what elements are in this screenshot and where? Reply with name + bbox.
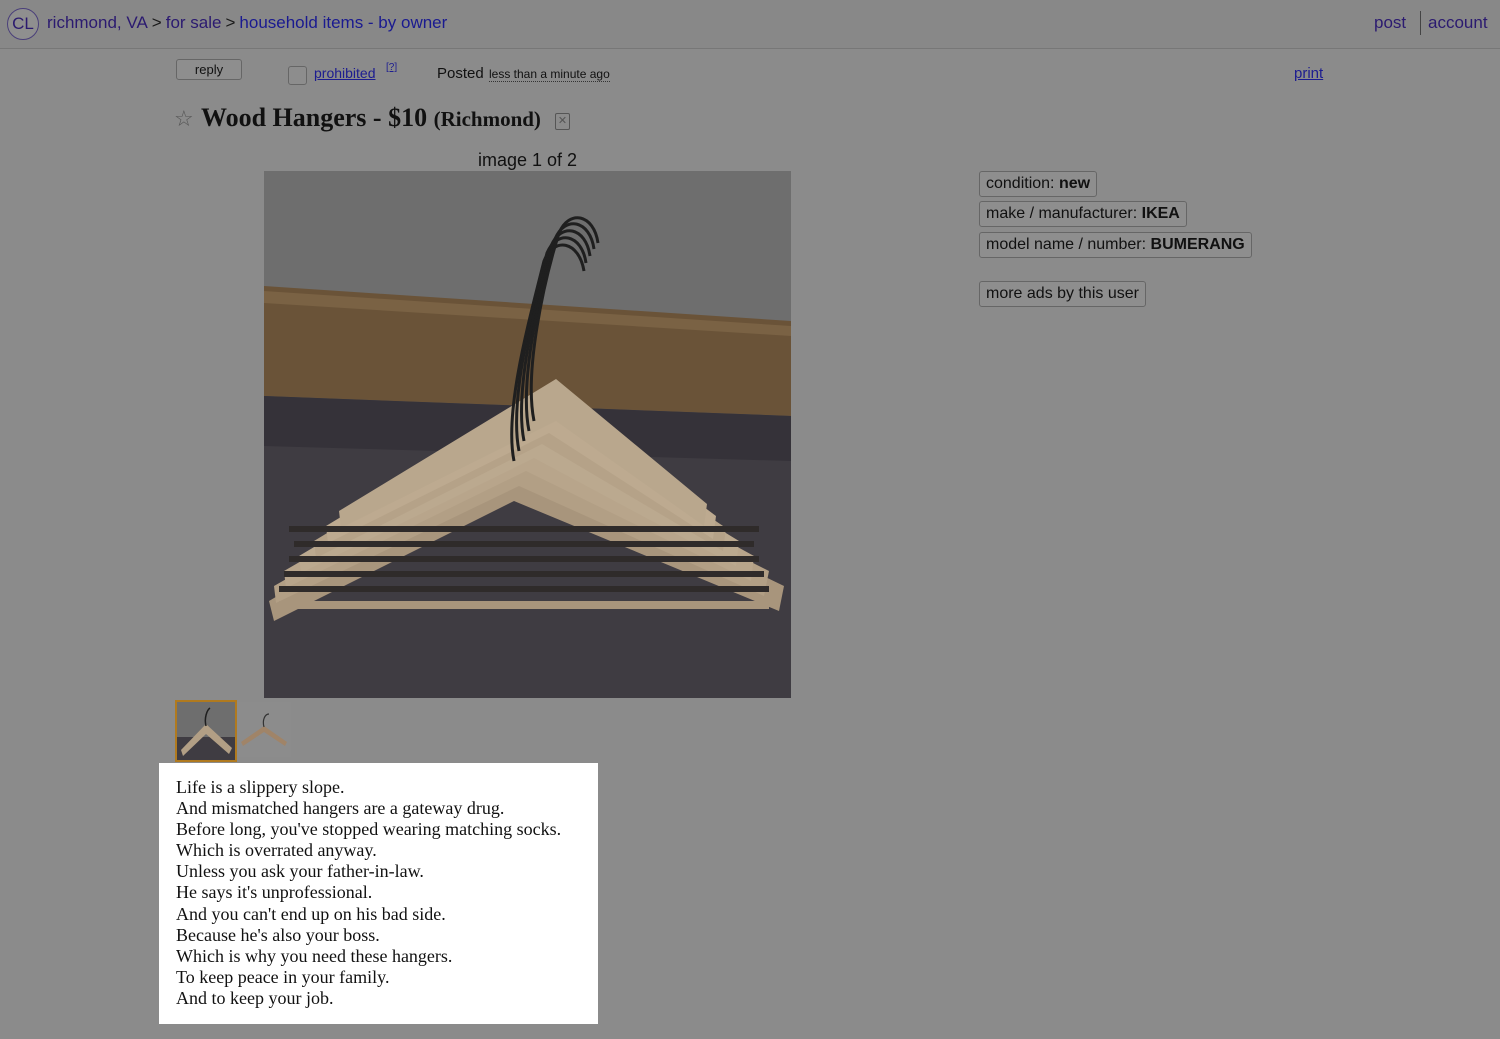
description-line: Before long, you've stopped wearing matc… <box>176 819 562 840</box>
posting-title: Wood Hangers - $10 <box>201 103 428 132</box>
breadcrumb-separator: > <box>151 13 162 32</box>
attribute-value: new <box>1058 175 1091 192</box>
thumbnail-2[interactable] <box>237 702 291 757</box>
breadcrumb-city[interactable]: richmond, VA <box>47 13 148 32</box>
attribute-label: make / manufacturer: <box>986 205 1142 222</box>
attribute-value: IKEA <box>1141 205 1180 222</box>
breadcrumb: richmond, VA > for sale > household items - … <box>47 13 447 33</box>
description-line: Which is why you need these hangers. <box>176 945 453 966</box>
flag-checkbox[interactable] <box>288 66 307 85</box>
attribute-label: condition: <box>986 175 1059 192</box>
craigslist-logo[interactable]: CL <box>7 8 39 40</box>
breadcrumb-separator: > <box>225 13 236 32</box>
posted-time: less than a minute ago <box>489 67 610 82</box>
prohibited-link[interactable]: prohibited <box>314 65 376 81</box>
attribute-value: BUMERANG <box>1150 236 1245 253</box>
description-panel: Life is a slippery slope. And mismatched… <box>159 763 598 1024</box>
breadcrumb-category[interactable]: household items - by owner <box>239 13 447 32</box>
header-divider <box>1420 11 1421 35</box>
description-line: Because he's also your boss. <box>176 924 380 945</box>
help-link[interactable]: [?] <box>386 62 397 73</box>
more-ads-button[interactable]: more ads by this user <box>979 281 1146 307</box>
account-link[interactable]: account <box>1428 13 1488 33</box>
thumbnail-1-image <box>177 702 235 760</box>
main-photo[interactable] <box>264 171 791 698</box>
description-line: Life is a slippery slope. <box>176 777 345 797</box>
hide-x-icon[interactable]: ✕ <box>555 113 570 130</box>
star-outline-icon[interactable]: ☆ <box>174 106 194 132</box>
description-line: Unless you ask your father-in-law. <box>176 861 424 882</box>
attribute-model: model name / number: BUMERANG <box>979 232 1252 258</box>
description-line: And mismatched hangers are a gateway dru… <box>176 798 505 819</box>
posting-location: (Richmond) <box>433 107 541 131</box>
description-line: He says it's unprofessional. <box>176 882 373 903</box>
top-bar: CL richmond, VA > for sale > household items… <box>0 0 1500 49</box>
post-link[interactable]: post <box>1374 13 1406 33</box>
thumbnail-2-image <box>237 702 291 757</box>
description-line: And to keep your job. <box>176 987 334 1008</box>
breadcrumb-for-sale[interactable]: for sale <box>166 13 222 32</box>
attribute-condition: condition: new <box>979 171 1098 197</box>
reply-button[interactable]: reply <box>176 59 242 80</box>
hangers-photo <box>264 171 791 698</box>
description-line: Which is overrated anyway. <box>176 840 377 861</box>
description-line: To keep peace in your family. <box>176 966 390 987</box>
print-link[interactable]: print <box>1294 65 1323 82</box>
image-counter: image 1 of 2 <box>477 150 578 170</box>
posted-label: Posted <box>437 65 484 82</box>
attribute-manufacturer: make / manufacturer: IKEA <box>979 201 1187 227</box>
description-line: And you can't end up on his bad side. <box>176 903 446 924</box>
description-body: Life is a slippery slope. And mismatched… <box>176 777 561 1009</box>
attribute-label: model name / number: <box>986 236 1151 253</box>
page-title: Wood Hangers - $10 (Richmond) <box>201 103 541 133</box>
thumbnail-1[interactable] <box>175 700 237 762</box>
